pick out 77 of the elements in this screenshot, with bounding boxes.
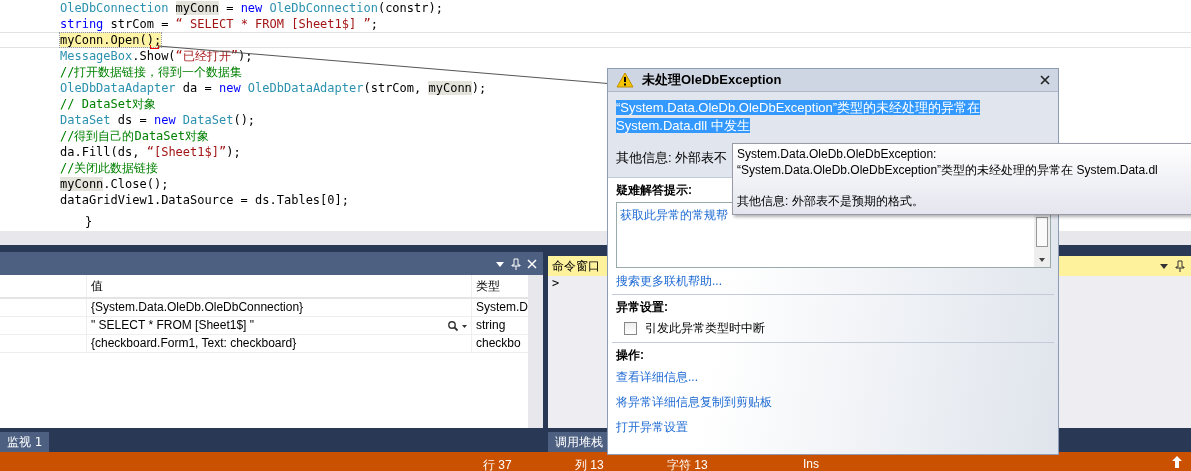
close-icon[interactable] (1040, 75, 1050, 85)
up-arrow-icon[interactable] (1171, 455, 1183, 469)
char-number: 字符 13 (667, 457, 708, 471)
column-header[interactable]: 类型 (472, 275, 500, 297)
type-name: OleDbDataAdapter (247, 81, 364, 95)
vertical-scrollbar[interactable] (528, 275, 543, 428)
table-cell-text: checkbo (475, 335, 521, 352)
keyword: new (240, 1, 264, 15)
keyword: new (218, 81, 242, 95)
panel-tab[interactable]: 监视 1 (0, 432, 50, 453)
type-name: OleDbConnection (60, 1, 170, 15)
code-text: da.Fill(ds, (60, 145, 141, 159)
checkbox[interactable] (624, 321, 637, 335)
highlighted-reference: myConn (60, 177, 104, 191)
table-cell-text: System.D (475, 299, 528, 316)
keyword: string (60, 17, 104, 31)
current-statement: myConn.Open(); (60, 33, 162, 47)
code-comment: //得到自己的DataSet对象 (60, 129, 210, 143)
code-text: ; (370, 17, 378, 31)
magnifier-icon[interactable] (447, 319, 469, 332)
prompt-symbol: > (552, 276, 560, 290)
type-name: DataSet (182, 113, 234, 127)
table-cell: {checkboard.Form1, Text: checkboard} (91, 335, 297, 352)
error-squiggle (150, 45, 159, 49)
other-info: 其他信息: 外部表不 (616, 150, 728, 165)
panel-title: 命令窗口 (552, 257, 600, 275)
code-comment: // DataSet对象 (60, 97, 157, 111)
code-text: (constr); (377, 1, 443, 15)
warning-icon (616, 72, 634, 88)
string-literal: “[Sheet1$]” (146, 145, 227, 159)
error-message: System.Data.dll 中发生 (616, 118, 750, 133)
insert-mode: Ins (803, 457, 819, 471)
highlighted-reference: myConn (175, 1, 219, 15)
code-text: dataGridView1.DataSource = ds.Tables[0]; (60, 193, 349, 207)
dropdown-icon[interactable] (1159, 261, 1169, 271)
type-name: MessageBox (60, 49, 133, 63)
code-comment: //打开数据链接，得到一个数据集 (60, 65, 243, 79)
code-text: } (85, 215, 93, 229)
tooltip-text: System.Data.OleDb.OleDbException: (737, 147, 937, 161)
checkbox-label: 引发此异常类型时中断 (645, 319, 765, 337)
code-text: (); (233, 113, 256, 127)
table-cell-text: string (475, 317, 506, 334)
tooltip-text: “System.Data.OleDb.OleDbException”类型的未经处理的异常在 System.Data.dl (737, 163, 1158, 177)
scroll-down-icon[interactable] (1038, 257, 1046, 263)
action-link[interactable]: 查看详细信息... (616, 365, 698, 390)
code-text: strCom = (109, 17, 170, 31)
table-cell: " SELECT * FROM [Sheet1$] " (91, 317, 255, 334)
line-number: 行 37 (483, 457, 512, 471)
highlighted-reference: myConn (428, 81, 472, 95)
code-text: .Show( (132, 49, 176, 63)
table-cell: {System.Data.OleDb.OleDbConnection} (91, 299, 304, 316)
section-title: 操作: (616, 347, 644, 364)
section-title: 疑难解答提示: (616, 182, 692, 199)
dialog-title: 未处理OleDbException (642, 71, 783, 89)
keyword: new (153, 113, 177, 127)
action-link[interactable]: 打开异常设置 (616, 415, 688, 440)
code-text: ); (226, 145, 241, 159)
code-text: ); (238, 49, 253, 63)
code-text: (strCom, (363, 81, 423, 95)
code-text: ds = (116, 113, 148, 127)
string-literal: “ SELECT * FROM [Sheet1$] ” (175, 17, 371, 31)
code-text: ); (471, 81, 487, 95)
action-link[interactable]: 将异常详细信息复制到剪贴板 (616, 390, 772, 415)
column-header[interactable]: 值 (87, 275, 472, 297)
error-message: “System.Data.OleDb.OleDbException”类型的未经处理的异常在 (616, 100, 981, 115)
type-name: OleDbConnection (269, 1, 378, 15)
type-name: OleDbDataAdapter (60, 81, 176, 95)
column-number: 列 13 (575, 457, 604, 471)
code-text: .Close(); (103, 177, 169, 191)
type-name: DataSet (60, 113, 111, 127)
code-text: da = (181, 81, 213, 95)
string-literal: “已经打开” (175, 49, 239, 63)
code-text: = (225, 1, 235, 15)
pin-icon[interactable] (1175, 260, 1185, 272)
section-title: 异常设置: (616, 299, 668, 316)
code-comment: //关闭此数据链接 (60, 161, 159, 175)
help-link[interactable]: 搜索更多联机帮助... (616, 271, 1051, 291)
